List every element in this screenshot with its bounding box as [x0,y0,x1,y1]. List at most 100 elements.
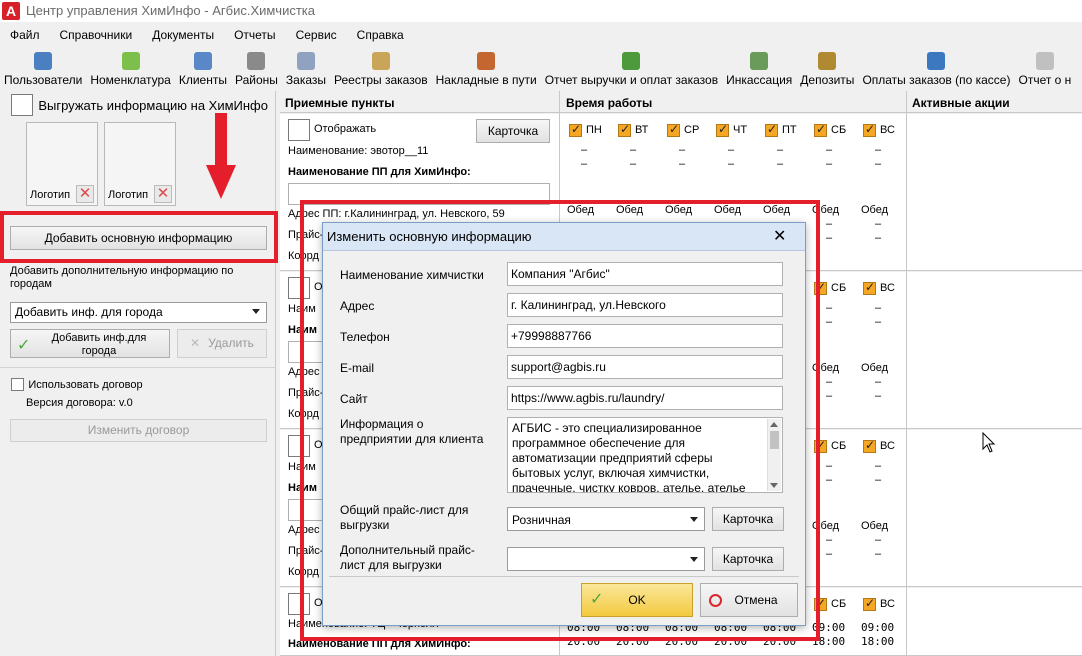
menu-documents[interactable]: Документы [142,25,224,45]
toolbar-button-cashbox[interactable]: Оплаты заказов (по кассе) [858,48,1014,88]
toolbar-label: Пользователи [4,73,83,87]
use-contract-checkbox[interactable] [11,378,24,392]
toolbar-label: Реестры заказов [334,73,428,87]
point-card-button[interactable]: Карточка [476,119,550,143]
dash: – [875,390,882,402]
menu-references[interactable]: Справочники [50,25,143,45]
dash: – [826,144,833,156]
deposit-icon [818,52,837,70]
col-hours-header[interactable]: Время работы [566,96,652,110]
use-contract-row[interactable]: Использовать договор [11,377,143,392]
col-points-header[interactable]: Приемные пункты [285,96,395,110]
close-icon: ✕ [190,336,201,350]
day-checkbox-1[interactable] [618,122,631,137]
dash: – [875,302,882,314]
dash: – [777,158,784,170]
day-checkbox-5[interactable] [814,122,827,137]
dash: – [581,158,588,170]
day-label: ВС [880,598,895,610]
day-checkbox-3[interactable] [716,122,729,137]
export-checkbox[interactable] [11,94,33,116]
toolbar-label: Накладные в пути [435,73,537,87]
dash: – [875,460,882,472]
menu-reports[interactable]: Отчеты [224,25,285,45]
client-icon [193,52,212,70]
delete-city-button[interactable]: ✕ Удалить [177,329,267,358]
export-label: Выгружать информацию на ХимИнфо [38,97,268,113]
toolbar-button-report[interactable]: Отчет о н [1014,48,1075,88]
menu-bar: Файл Справочники Документы Отчеты Сервис… [0,25,414,45]
toolbar-button-districts[interactable]: Районы [231,48,282,88]
contract-version: Версия договора: v.0 [26,397,133,409]
dash: – [826,302,833,314]
books-icon [622,52,641,70]
add-city-info-button[interactable]: ✓ Добавить инф.для города [10,329,170,358]
left-panel: Выгружать информацию на ХимИнфо Логотип … [0,91,276,656]
open-time: 09:00 [861,621,895,634]
menu-file[interactable]: Файл [0,25,50,45]
close-time: 18:00 [861,635,895,648]
dash: – [875,376,882,388]
add-extra-info-text: Добавить дополнительную информацию по го… [10,265,234,290]
day-label: ЧТ [733,124,748,136]
lunch-label: Обед [861,204,889,216]
toolbar-label: Отчет выручки и оплат заказов [544,73,719,87]
districts-icon [247,52,266,70]
toolbar-button-deposit[interactable]: Депозиты [796,48,858,88]
mouse-cursor-icon [982,432,996,453]
day-label: ВС [880,440,895,452]
menu-service[interactable]: Сервис [286,25,347,45]
day-label: ПН [586,124,602,136]
dash: – [826,232,833,244]
delete-logo-icon[interactable]: ✕ [76,185,94,203]
toolbar-button-users[interactable]: Пользователи [0,48,86,88]
toolbar-button-truck[interactable]: Накладные в пути [432,48,541,88]
logo-box-2[interactable]: Логотип ✕ [104,122,176,206]
dash: – [875,534,882,546]
lunch-label: Обед [861,362,889,374]
dash: – [826,218,833,230]
toolbar-button-registry[interactable]: Реестры заказов [330,48,432,88]
dash: – [826,390,833,402]
dash: – [826,548,833,560]
highlight-dialog [300,200,820,641]
toolbar-label: Заказы [285,73,327,87]
day-checkbox-6[interactable] [863,280,876,295]
lunch-label: Обед [861,520,889,532]
show-checkbox[interactable] [288,119,310,141]
change-contract-button[interactable]: Изменить договор [10,419,267,442]
toolbar-button-catalog[interactable]: Номенклатура [86,48,175,88]
dash: – [630,144,637,156]
toolbar-label: Клиенты [178,73,227,87]
dash: – [875,232,882,244]
day-checkbox-6[interactable] [863,122,876,137]
title-bar: A Центр управления ХимИнфо - Агбис.Химчи… [0,0,1082,22]
delete-logo-icon[interactable]: ✕ [154,185,172,203]
toolbar-label: Отчет о н [1018,73,1072,87]
column-divider [906,91,907,656]
day-checkbox-0[interactable] [569,122,582,137]
menu-help[interactable]: Справка [347,25,414,45]
cashbox-icon [927,52,946,70]
col-promos-header[interactable]: Активные акции [912,96,1010,110]
day-checkbox-6[interactable] [863,596,876,611]
day-checkbox-2[interactable] [667,122,680,137]
day-checkbox-4[interactable] [765,122,778,137]
dash: – [826,316,833,328]
report-icon [1035,52,1054,70]
toolbar-button-orders[interactable]: Заказы [282,48,330,88]
day-checkbox-6[interactable] [863,438,876,453]
dash: – [875,474,882,486]
window-title: Центр управления ХимИнфо - Агбис.Химчист… [26,3,316,18]
day-label: СБ [831,282,847,294]
checkmark-icon: ✓ [17,337,31,354]
day-label: СБ [831,440,847,452]
logo-label: Логотип [30,189,71,201]
toolbar-button-money[interactable]: Инкассация [722,48,796,88]
logo-box-1[interactable]: Логотип ✕ [26,122,98,206]
city-select[interactable]: Добавить инф. для города [10,302,267,323]
dash: – [826,376,833,388]
orders-icon [296,52,315,70]
toolbar-button-client[interactable]: Клиенты [175,48,231,88]
toolbar-button-books[interactable]: Отчет выручки и оплат заказов [541,48,722,88]
